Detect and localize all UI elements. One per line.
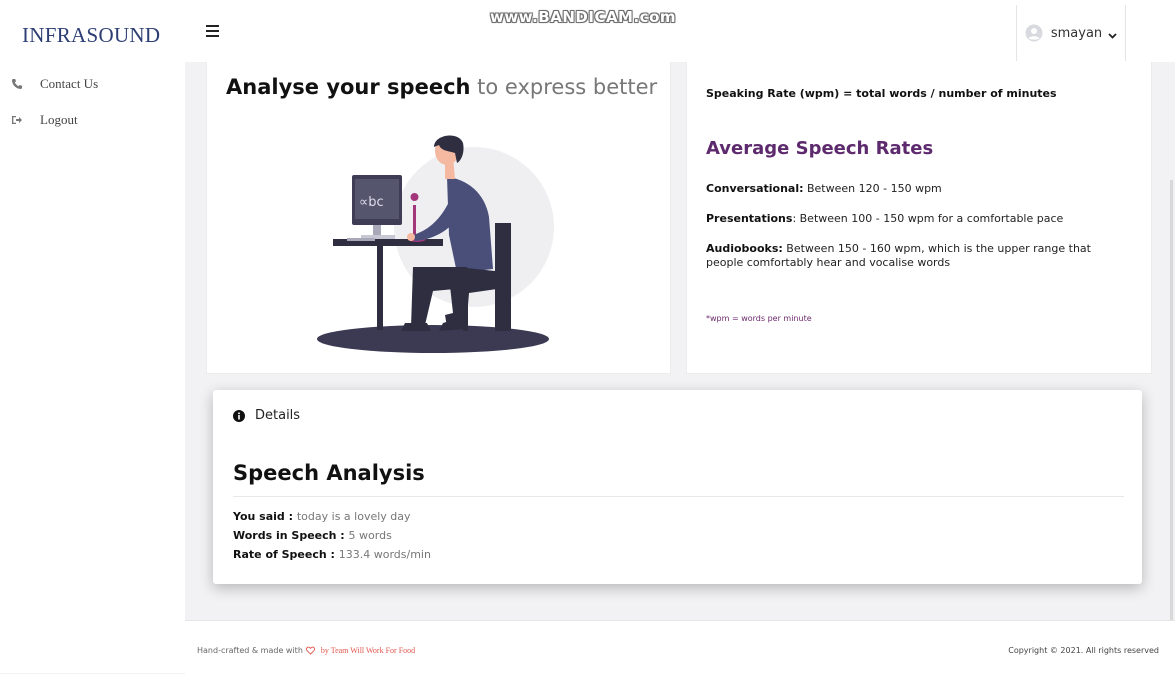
- footer-credit-text: Hand-crafted & made with: [197, 646, 303, 655]
- recording-watermark: www.BANDICAM.com: [490, 8, 677, 26]
- headline-light: to express better: [477, 75, 658, 99]
- details-card: Details Speech Analysis You said : today…: [213, 390, 1142, 584]
- username: smayan: [1050, 25, 1103, 41]
- speaking-rate-formula: Speaking Rate (wpm) = total words / numb…: [706, 87, 1057, 100]
- words-in-speech-row: Words in Speech : 5 words: [233, 529, 392, 542]
- rate-of-speech-row: Rate of Speech : 133.4 words/min: [233, 548, 431, 561]
- rate-value: 133.4 words/min: [338, 548, 431, 561]
- footer: Hand-crafted & made with by Team Will Wo…: [185, 620, 1175, 674]
- speech-analysis-title: Speech Analysis: [233, 461, 425, 485]
- sidebar: INFRASOUND Contact Us Logout: [0, 0, 185, 673]
- footer-credit: Hand-crafted & made with by Team Will Wo…: [197, 646, 415, 655]
- you-said-value: today is a lovely day: [296, 510, 411, 523]
- sidebar-item-label: Logout: [40, 112, 78, 127]
- you-said-row: You said : today is a lovely day: [233, 510, 411, 523]
- monitor-screen-text: ∝bc: [359, 195, 384, 210]
- presentations-rate: Presentations: Between 100 - 150 wpm for…: [706, 212, 1126, 226]
- presentations-text: : Between 100 - 150 wpm for a comfortabl…: [792, 212, 1064, 225]
- audiobooks-label: Audiobooks:: [706, 242, 783, 255]
- sidebar-item-contact-us[interactable]: Contact Us: [10, 76, 98, 92]
- details-heading: Details: [233, 408, 300, 423]
- average-rates-title: Average Speech Rates: [706, 138, 934, 159]
- logout-icon: [10, 113, 24, 127]
- phone-icon: [10, 77, 24, 91]
- presentations-label: Presentations: [706, 212, 793, 225]
- heart-icon: [305, 646, 315, 655]
- conversational-label: Conversational:: [706, 182, 804, 195]
- user-menu[interactable]: smayan: [1016, 5, 1126, 61]
- sidebar-item-logout[interactable]: Logout: [10, 112, 78, 128]
- page-headline: Analyse your speech to express better: [226, 75, 657, 99]
- details-heading-label: Details: [255, 408, 301, 423]
- speech-rates-card: Speaking Rate (wpm) = total words / numb…: [686, 62, 1152, 374]
- brand-logo[interactable]: INFRASOUND: [22, 23, 160, 48]
- chevron-down-icon: [1108, 29, 1117, 39]
- rate-label: Rate of Speech :: [233, 548, 339, 561]
- audiobooks-rate: Audiobooks: Between 150 - 160 wpm, which…: [706, 242, 1126, 270]
- divider: [233, 496, 1124, 497]
- headline-bold: Analyse your speech: [226, 75, 471, 99]
- conversational-rate: Conversational: Between 120 - 150 wpm: [706, 182, 1126, 196]
- words-label: Words in Speech :: [233, 529, 349, 542]
- copyright: Copyright © 2021. All rights reserved: [1008, 646, 1159, 655]
- person-at-computer-illustration: ∝bc: [317, 135, 554, 353]
- conversational-text: Between 120 - 150 wpm: [803, 182, 942, 195]
- user-avatar-icon: [1025, 24, 1043, 42]
- team-link[interactable]: by Team Will Work For Food: [321, 646, 415, 655]
- wpm-footnote: *wpm = words per minute: [706, 314, 812, 323]
- menu-toggle-icon[interactable]: [206, 25, 219, 37]
- sidebar-item-label: Contact Us: [40, 76, 99, 91]
- you-said-label: You said :: [233, 510, 297, 523]
- page-scrollbar[interactable]: [1170, 180, 1173, 620]
- speech-intro-card: Analyse your speech to express better ∝b…: [206, 62, 671, 374]
- info-icon: [233, 409, 245, 422]
- words-value: 5 words: [348, 529, 392, 542]
